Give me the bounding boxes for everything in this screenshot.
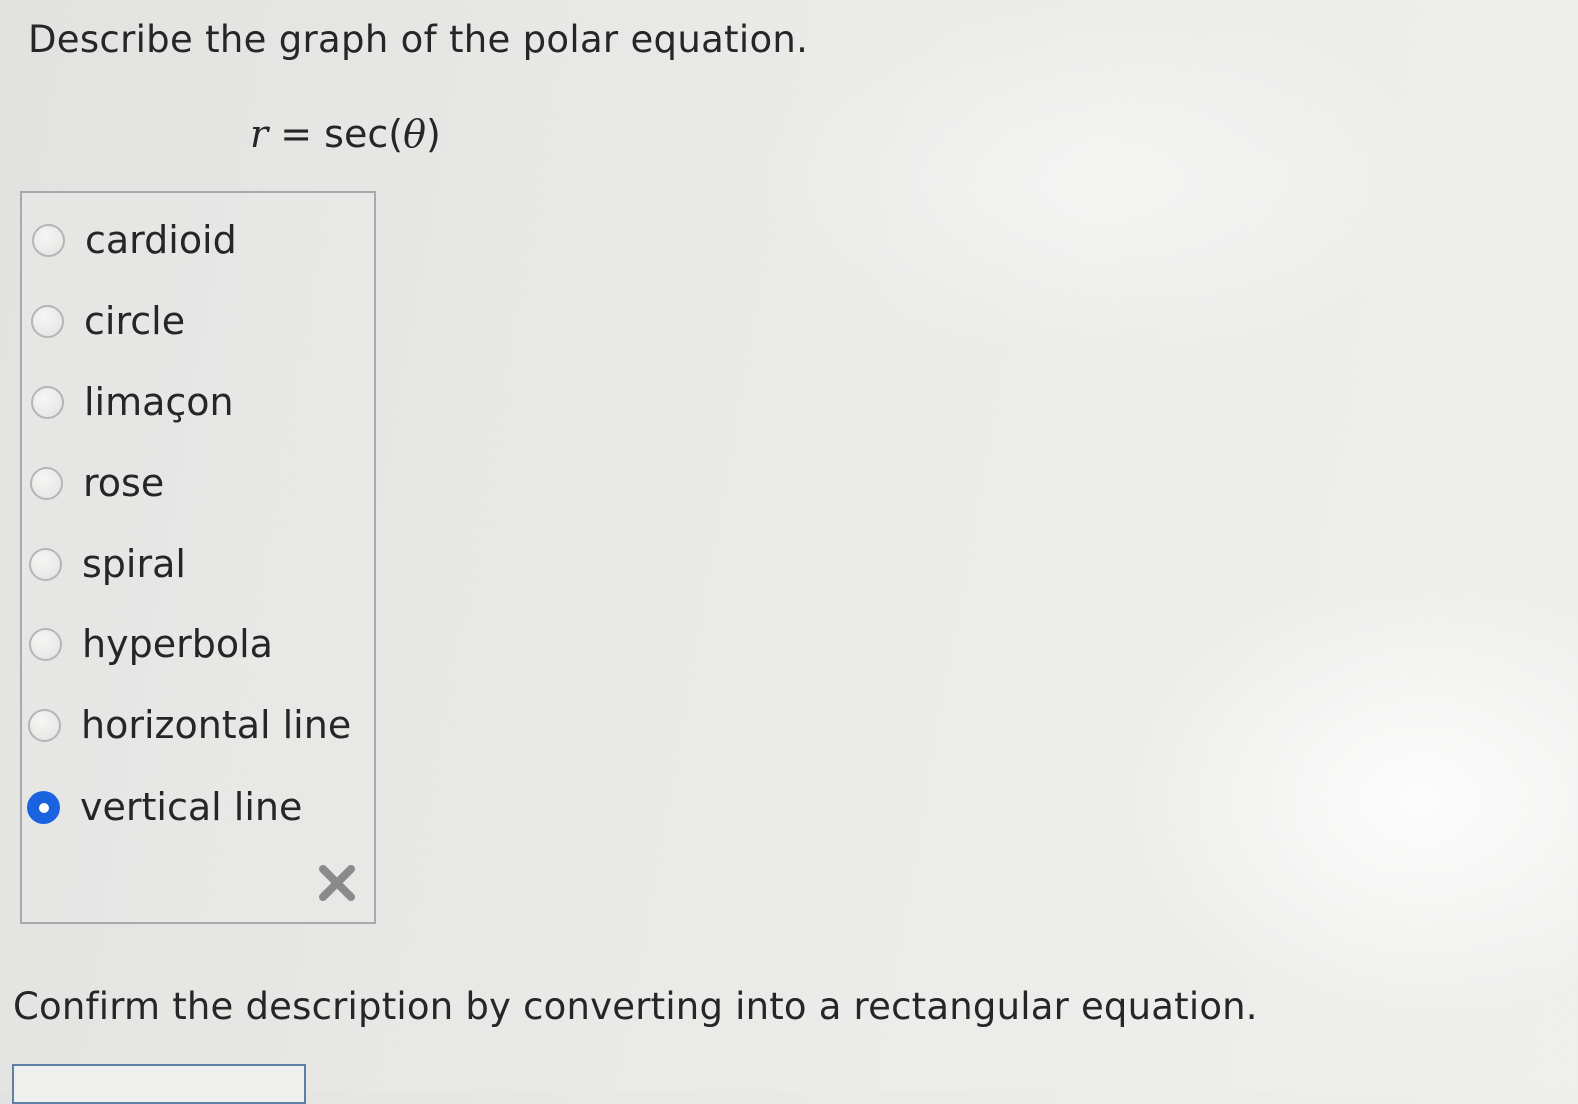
choice-limacon[interactable]: limaçon xyxy=(31,372,234,432)
choice-hyperbola[interactable]: hyperbola xyxy=(29,614,273,674)
question-prompt: Describe the graph of the polar equation… xyxy=(28,18,809,61)
choice-label: spiral xyxy=(82,542,186,586)
choice-cardioid[interactable]: cardioid xyxy=(32,210,237,270)
choice-label: cardioid xyxy=(85,218,237,262)
choice-vertical-line[interactable]: vertical line xyxy=(27,777,302,837)
radio-button[interactable] xyxy=(31,385,64,419)
choice-rose[interactable]: rose xyxy=(30,453,164,513)
radio-button-selected[interactable] xyxy=(27,790,60,824)
radio-button[interactable] xyxy=(31,304,64,338)
answer-choices: cardioid circle limaçon rose spiral hype… xyxy=(20,191,376,924)
radio-button[interactable] xyxy=(28,708,61,742)
choice-label: circle xyxy=(84,299,186,343)
choice-circle[interactable]: circle xyxy=(31,291,185,351)
choice-label: hyperbola xyxy=(82,622,273,666)
radio-button[interactable] xyxy=(30,466,63,500)
equation-function: sec( xyxy=(324,112,404,156)
radio-button[interactable] xyxy=(29,627,62,661)
polar-equation: r = sec(θ) xyxy=(250,112,441,156)
choice-spiral[interactable]: spiral xyxy=(29,534,186,594)
choice-label: limaçon xyxy=(84,380,234,424)
followup-prompt: Confirm the description by converting in… xyxy=(13,985,1258,1028)
equation-operator: = xyxy=(268,112,325,156)
choice-label: rose xyxy=(83,461,165,505)
choice-label: vertical line xyxy=(80,785,303,829)
choice-horizontal-line[interactable]: horizontal line xyxy=(28,695,351,755)
radio-button[interactable] xyxy=(29,547,62,581)
x-icon[interactable] xyxy=(316,862,358,904)
rectangular-equation-input[interactable] xyxy=(12,1064,306,1104)
choice-label: horizontal line xyxy=(81,703,352,747)
equation-variable-r: r xyxy=(250,112,269,156)
equation-close-paren: ) xyxy=(425,112,441,156)
radio-button[interactable] xyxy=(32,223,65,257)
equation-variable-theta: θ xyxy=(403,112,426,156)
